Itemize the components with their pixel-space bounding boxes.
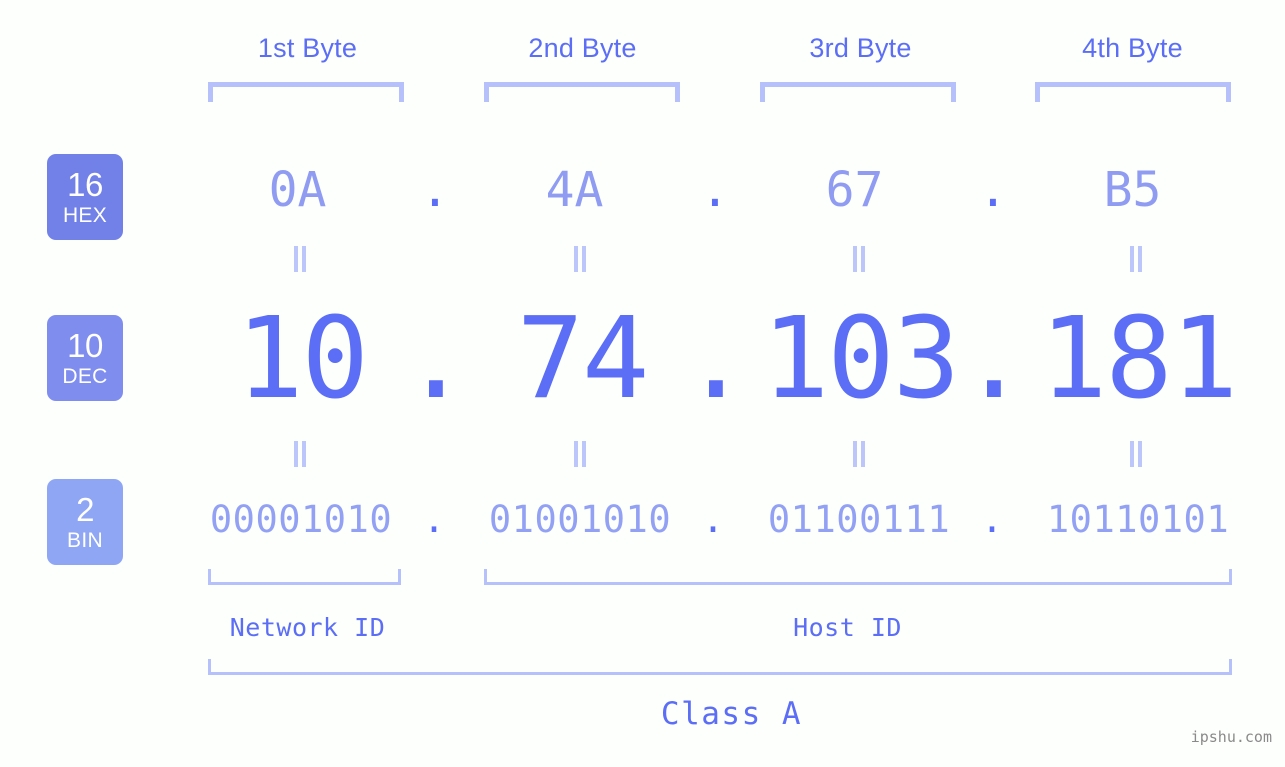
byte-bracket-4 <box>1035 82 1231 102</box>
hex-separator-2: . <box>700 162 730 218</box>
byte-bracket-2 <box>484 82 680 102</box>
class-bracket <box>208 659 1232 675</box>
watermark: ipshu.com <box>1190 728 1272 746</box>
ip-breakdown-diagram: 1st Byte 2nd Byte 3rd Byte 4th Byte 16 H… <box>0 0 1285 767</box>
dec-value-row: 10 . 74 . 103 . 181 <box>0 292 1285 427</box>
equals-mark-hex-dec-1 <box>290 246 310 272</box>
hex-octet-4: B5 <box>1103 162 1162 218</box>
hex-separator-1: . <box>420 162 450 218</box>
hex-value-row: 0A . 4A . 67 . B5 <box>0 150 1285 230</box>
dec-octet-4: 181 <box>1039 294 1238 424</box>
equals-mark-dec-bin-1 <box>290 441 310 467</box>
network-id-bracket <box>208 569 401 585</box>
bin-octet-4: 10110101 <box>1046 498 1230 541</box>
byte-header-3: 3rd Byte <box>809 33 912 63</box>
hex-octet-3: 67 <box>825 162 884 218</box>
hex-separator-3: . <box>978 162 1008 218</box>
byte-header-4: 4th Byte <box>1082 33 1183 63</box>
class-label: Class A <box>660 696 803 732</box>
bin-value-row: 00001010 . 01001010 . 01100111 . 1011010… <box>0 490 1285 550</box>
equals-mark-dec-bin-3 <box>849 441 869 467</box>
byte-header-1: 1st Byte <box>257 33 358 63</box>
hex-octet-2: 4A <box>545 162 604 218</box>
equals-mark-dec-bin-2 <box>570 441 590 467</box>
dec-octet-1: 10 <box>236 294 369 424</box>
dec-octet-2: 74 <box>516 294 650 424</box>
equals-mark-hex-dec-3 <box>849 246 869 272</box>
network-id-label: Network ID <box>229 613 386 642</box>
dec-separator-1: . <box>402 294 469 424</box>
equals-mark-hex-dec-4 <box>1126 246 1146 272</box>
bin-octet-1: 00001010 <box>209 498 393 541</box>
byte-header-2: 2nd Byte <box>528 33 637 63</box>
dec-octet-3: 103 <box>761 294 960 424</box>
bin-separator-3: . <box>980 498 1004 541</box>
host-id-label: Host ID <box>793 613 902 642</box>
byte-bracket-1 <box>208 82 404 102</box>
equals-mark-dec-bin-4 <box>1126 441 1146 467</box>
bin-separator-1: . <box>422 498 446 541</box>
equals-mark-hex-dec-2 <box>570 246 590 272</box>
bin-separator-2: . <box>701 498 725 541</box>
host-id-bracket <box>484 569 1232 585</box>
bin-octet-3: 01100111 <box>767 498 951 541</box>
hex-octet-1: 0A <box>268 162 327 218</box>
bin-octet-2: 01001010 <box>488 498 672 541</box>
byte-bracket-3 <box>760 82 956 102</box>
